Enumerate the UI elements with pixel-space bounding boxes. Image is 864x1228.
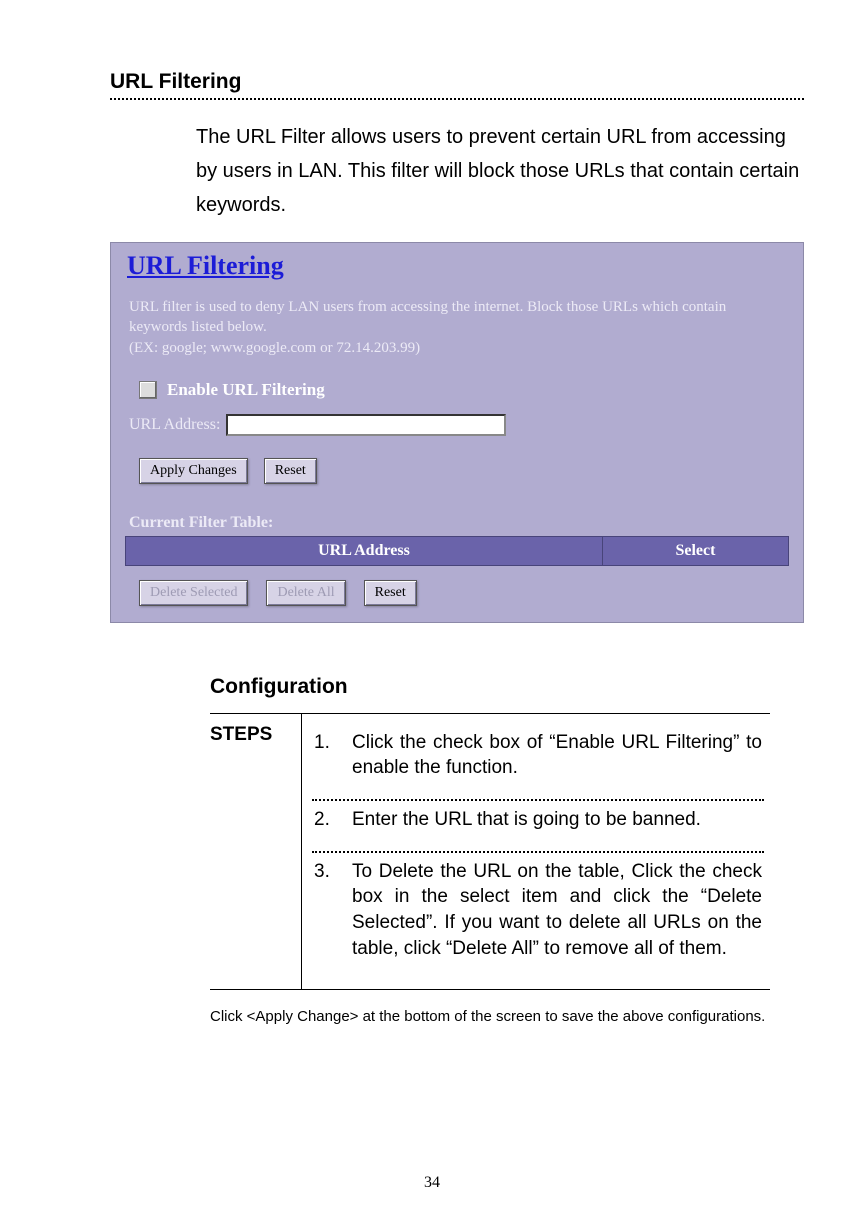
enable-url-filtering-checkbox[interactable] (139, 381, 157, 399)
step-text: Enter the URL that is going to be banned… (352, 807, 701, 833)
url-filtering-panel: URL Filtering URL filter is used to deny… (110, 242, 804, 623)
section-title: URL Filtering (110, 70, 804, 94)
enable-url-filtering-label: Enable URL Filtering (167, 380, 325, 400)
panel-help-text: URL filter is used to deny LAN users fro… (129, 297, 771, 358)
filter-table: URL Address Select (125, 536, 789, 566)
step-row: 3. To Delete the URL on the table, Click… (312, 853, 764, 980)
apply-changes-button[interactable]: Apply Changes (139, 458, 248, 484)
url-address-input[interactable] (226, 414, 506, 436)
reset-table-button[interactable]: Reset (364, 580, 417, 606)
delete-all-button[interactable]: Delete All (266, 580, 345, 606)
section-divider (110, 98, 804, 100)
reset-button[interactable]: Reset (264, 458, 317, 484)
step-row: 1. Click the check box of “Enable URL Fi… (312, 724, 764, 799)
step-number: 1. (314, 730, 332, 781)
configuration-footnote: Click <Apply Change> at the bottom of th… (210, 1008, 804, 1025)
step-number: 2. (314, 807, 332, 833)
configuration-heading: Configuration (210, 675, 804, 699)
steps-label: STEPS (210, 714, 302, 989)
column-header-url: URL Address (126, 537, 603, 565)
page-number: 34 (0, 1174, 864, 1192)
step-text: To Delete the URL on the table, Click th… (352, 859, 762, 962)
delete-selected-button[interactable]: Delete Selected (139, 580, 248, 606)
panel-title: URL Filtering (127, 251, 789, 281)
steps-table: STEPS 1. Click the check box of “Enable … (210, 713, 770, 990)
step-number: 3. (314, 859, 332, 962)
step-text: Click the check box of “Enable URL Filte… (352, 730, 762, 781)
section-intro: The URL Filter allows users to prevent c… (196, 120, 804, 222)
filter-table-caption: Current Filter Table: (129, 514, 789, 532)
url-address-label: URL Address: (129, 416, 220, 434)
column-header-select: Select (603, 537, 788, 565)
step-row: 2. Enter the URL that is going to be ban… (312, 801, 764, 851)
